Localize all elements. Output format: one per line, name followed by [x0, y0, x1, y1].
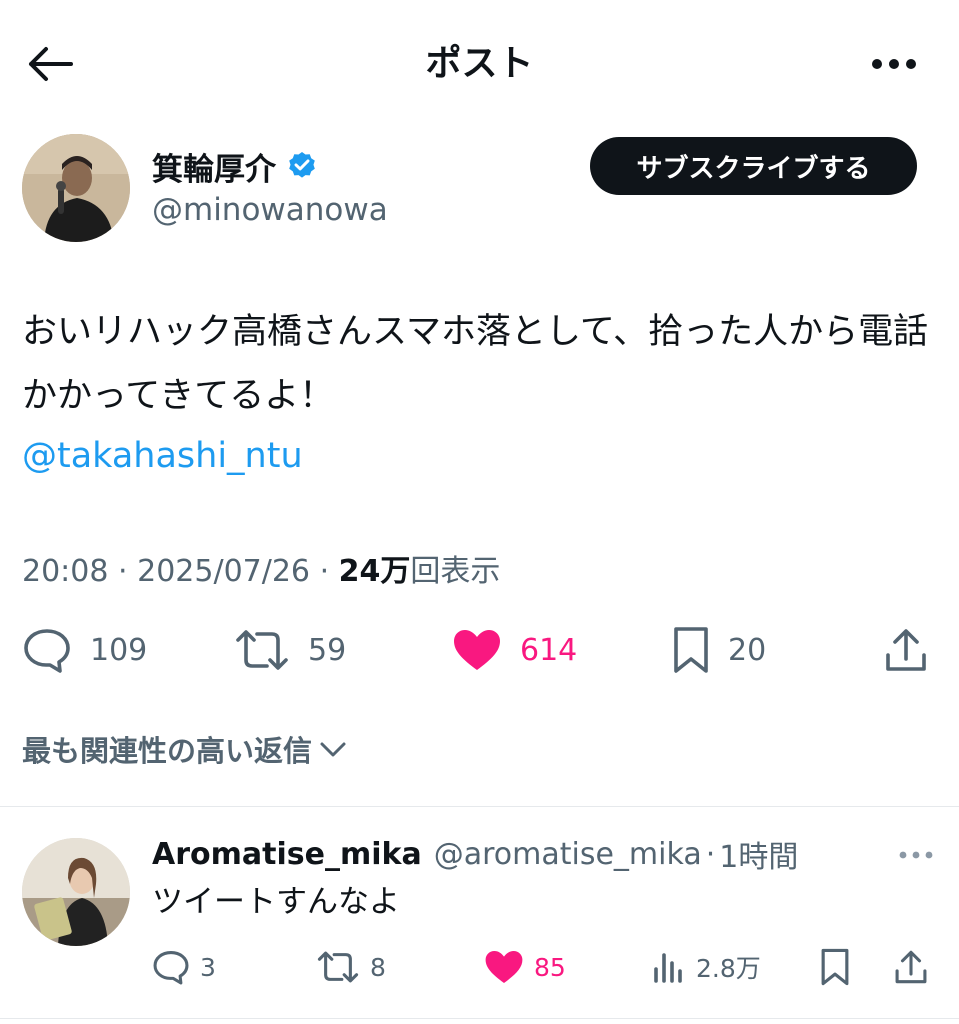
author-photo [22, 134, 130, 242]
reply-views-count: 2.8万 [696, 954, 761, 983]
reply-avatar[interactable] [22, 838, 130, 946]
heart-icon [454, 630, 500, 670]
retweet-button[interactable]: 59 [234, 620, 346, 680]
comment-icon [24, 629, 70, 673]
heart-icon [485, 951, 523, 983]
retweet-count: 59 [308, 632, 347, 668]
reply-reply-count: 3 [200, 952, 216, 982]
author-display-name[interactable]: 箕輪厚介 [152, 144, 276, 189]
reply-more-button[interactable] [896, 840, 936, 870]
like-count: 614 [520, 632, 578, 668]
like-button[interactable]: 614 [452, 620, 577, 680]
tweet-action-bar: 109 59 614 20 [0, 620, 959, 680]
mention-link[interactable]: @takahashi_ntu [22, 424, 303, 488]
reply-like-count: 85 [534, 952, 566, 982]
more-options-button[interactable] [869, 44, 919, 84]
meta-separator: · [118, 554, 128, 589]
author-handle[interactable]: @minowanowa [152, 192, 388, 228]
tweet-text: おいリハック高橋さんスマホ落として、拾った人から電話かかってきてるよ！ [22, 312, 929, 416]
share-button[interactable] [884, 620, 928, 680]
tweet-time[interactable]: 20:08 [22, 554, 108, 589]
author-name-row: 箕輪厚介 [152, 144, 318, 189]
replies-sort-dropdown[interactable]: 最も関連性の高い返信 [22, 728, 348, 770]
views-unit: 万 [380, 554, 411, 589]
section-divider [0, 806, 959, 807]
reply-button[interactable]: 109 [22, 620, 147, 680]
tweet-meta: 20:08 · 2025/07/26 · 24 万 回表示 [22, 546, 500, 590]
reply-like-button[interactable]: 85 [484, 944, 566, 990]
bookmark-button[interactable]: 20 [672, 620, 766, 680]
reply-time[interactable]: 1時間 [719, 832, 798, 876]
reply-views-button[interactable]: 2.8万 [652, 944, 761, 990]
bookmark-icon [674, 627, 708, 673]
comment-icon [153, 951, 189, 985]
reply-divider [0, 1018, 959, 1019]
bookmark-count: 20 [728, 632, 767, 668]
views-icon [654, 953, 682, 983]
views-number: 24 [338, 554, 381, 589]
reply-count: 109 [90, 632, 148, 668]
retweet-icon [317, 951, 359, 983]
page-title: ポスト [425, 43, 534, 84]
reply-author-photo [22, 838, 130, 946]
chevron-down-icon [320, 742, 346, 757]
subscribe-button[interactable]: サブスクライブする [590, 137, 917, 195]
more-horizontal-icon [899, 851, 933, 859]
reply-handle[interactable]: @aromatise_mika [434, 837, 702, 872]
views-label: 回表示 [410, 554, 501, 589]
reply-header: Aromatise_mika @aromatise_mika · 1時間 [152, 832, 798, 876]
share-icon [886, 629, 926, 671]
reply-reply-button[interactable]: 3 [152, 944, 216, 990]
reply-share-button[interactable] [894, 944, 928, 990]
reply-text: ツイートすんなよ [152, 884, 400, 920]
author-avatar[interactable] [22, 134, 130, 242]
top-bar: ポスト [0, 0, 959, 128]
reply-separator: · [705, 836, 716, 872]
tweet-date[interactable]: 2025/07/26 [137, 554, 310, 589]
meta-separator: · [319, 554, 330, 589]
reply-bookmark-button[interactable] [820, 944, 850, 990]
replies-sort-label: 最も関連性の高い返信 [22, 734, 313, 768]
reply-retweet-button[interactable]: 8 [316, 944, 386, 990]
reply-retweet-count: 8 [370, 952, 386, 982]
more-horizontal-icon [872, 59, 916, 69]
verified-badge-icon [289, 152, 315, 178]
reply-display-name[interactable]: Aromatise_mika [152, 837, 422, 872]
share-icon [895, 950, 927, 984]
retweet-icon [236, 630, 288, 670]
bookmark-icon [821, 948, 849, 986]
reply-action-bar: 3 8 85 2.8万 [0, 944, 959, 990]
